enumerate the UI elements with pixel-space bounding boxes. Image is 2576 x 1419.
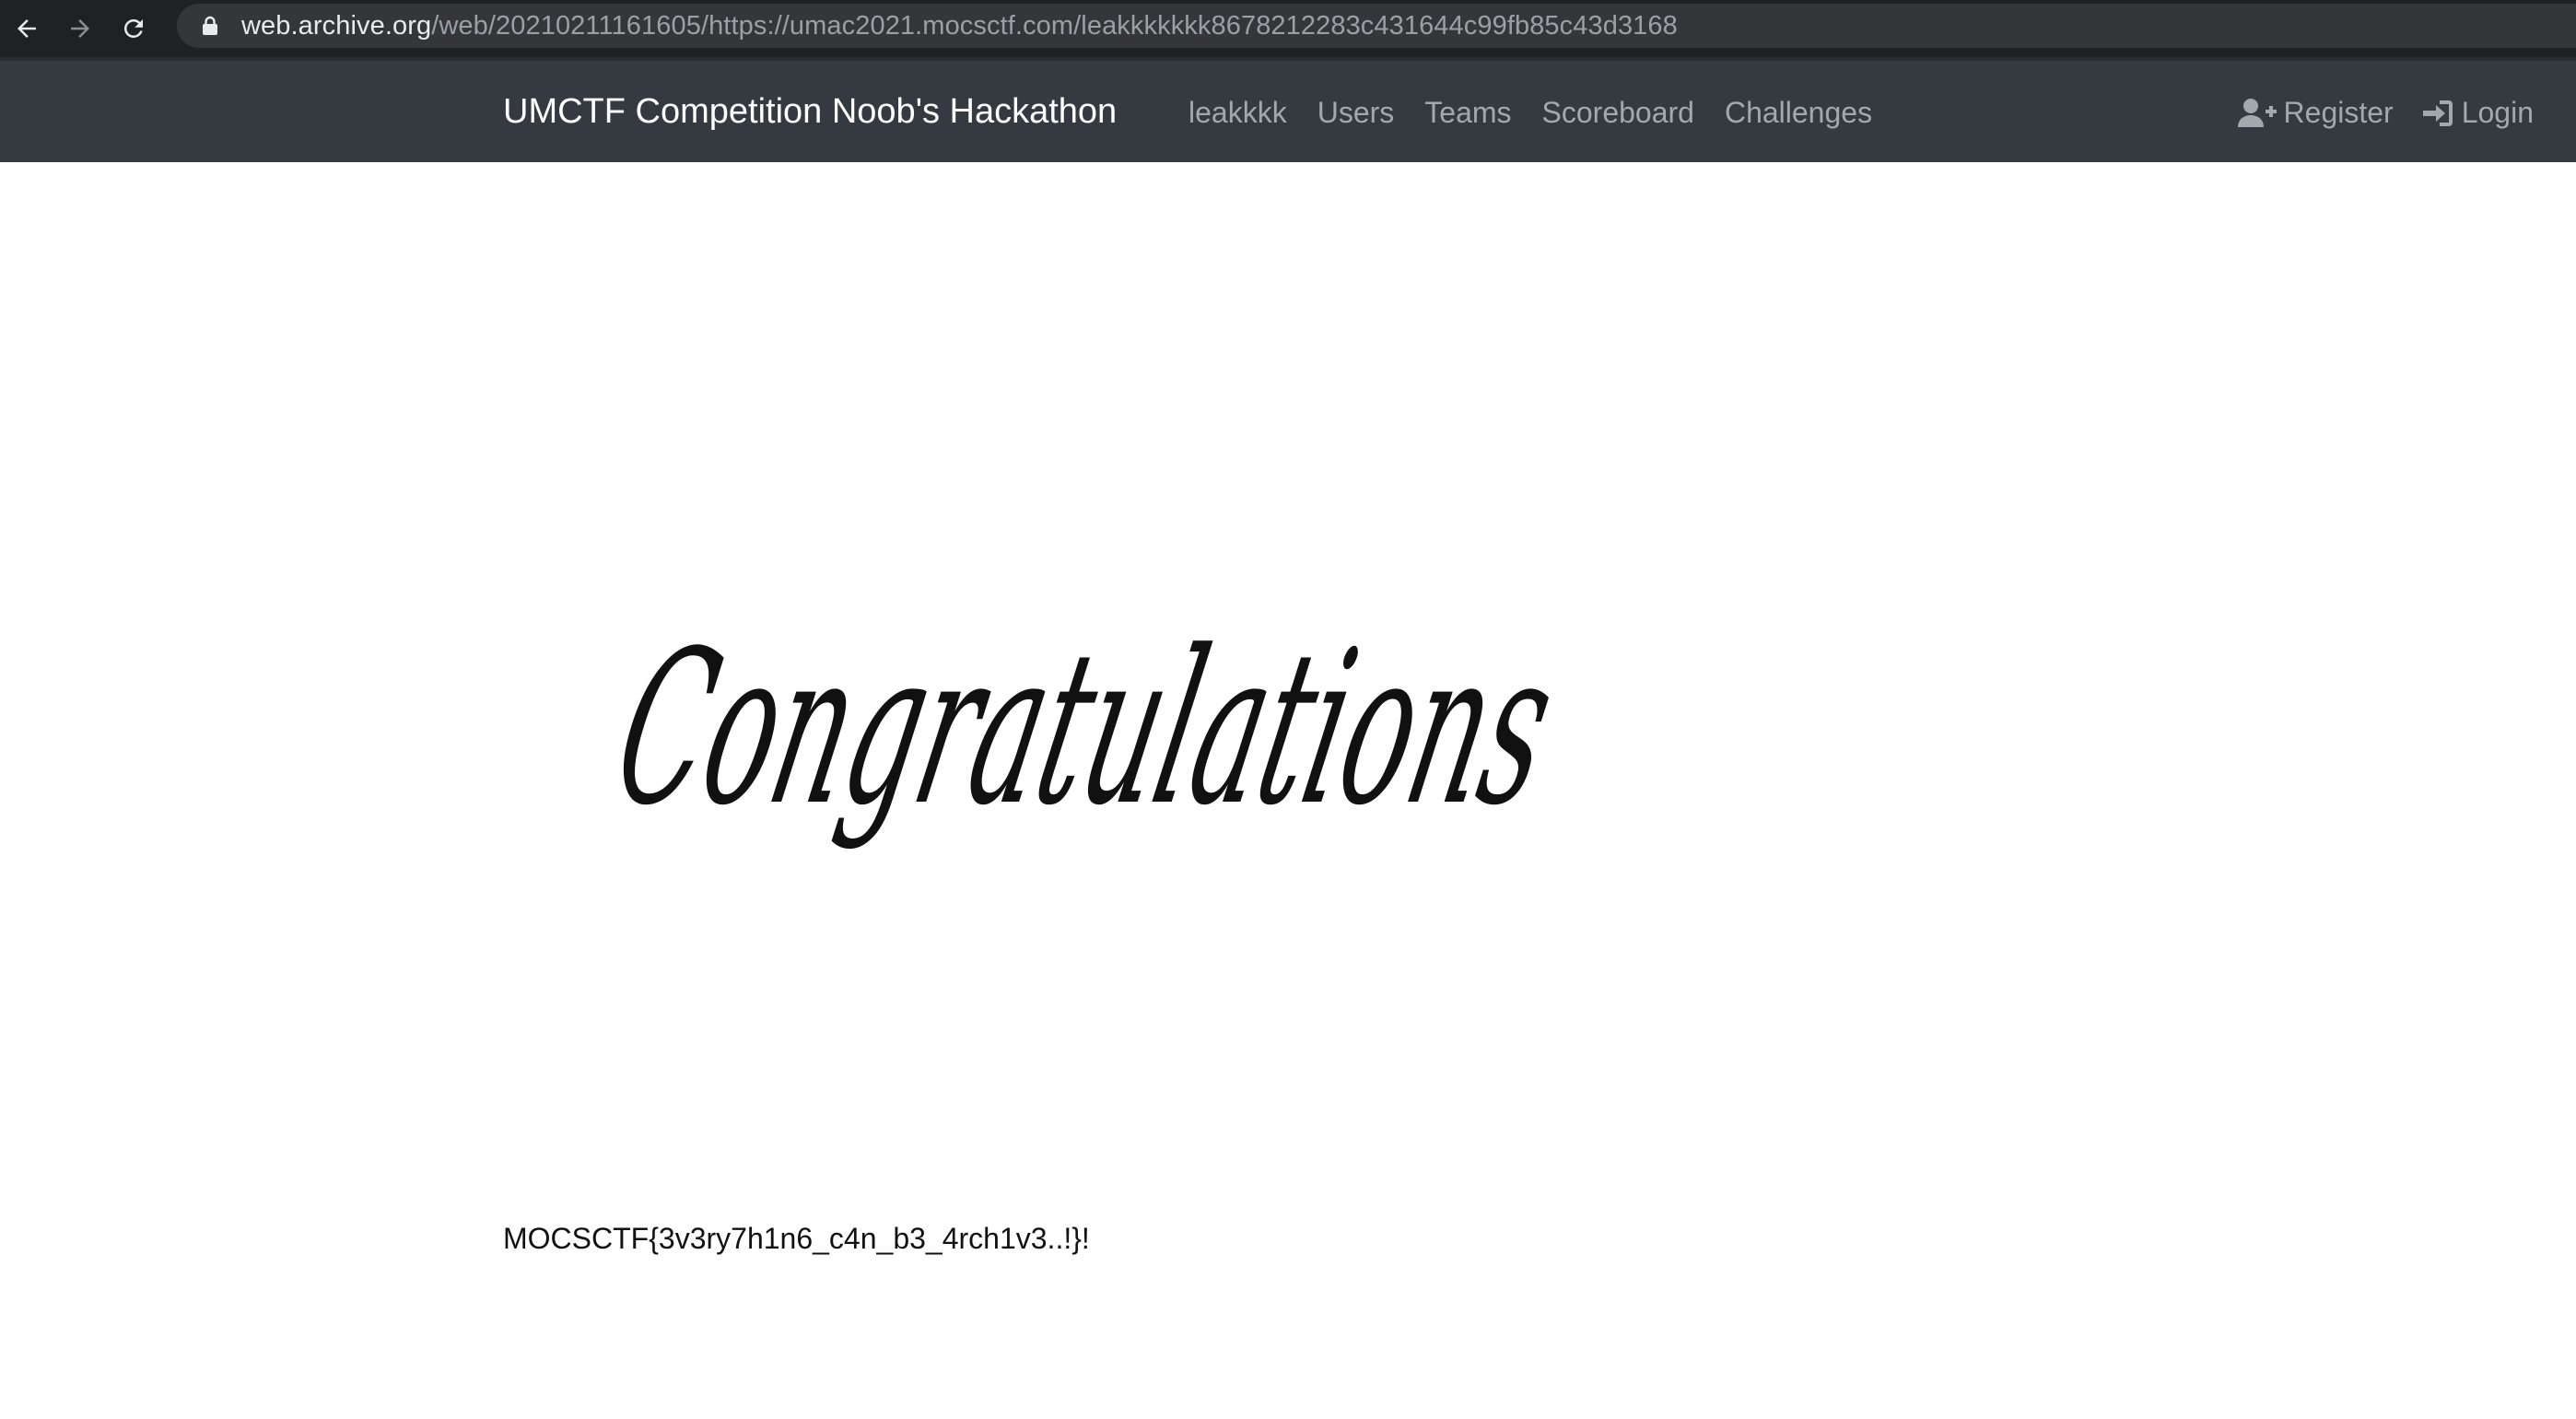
site-brand[interactable]: UMCTF Competition Noob's Hackathon [503, 92, 1117, 132]
lock-icon [199, 15, 221, 37]
forward-button[interactable] [53, 2, 107, 55]
url-path: /web/20210211161605/https://umac2021.moc… [431, 10, 1678, 41]
nav-link-teams[interactable]: Teams [1424, 96, 1511, 130]
nav-link-leakkkk[interactable]: leakkkk [1188, 96, 1287, 130]
congratulations-image: Congratulations [590, 590, 1585, 885]
arrow-left-icon [13, 15, 41, 42]
nav-link-users[interactable]: Users [1317, 96, 1395, 130]
url-host: web.archive.org [241, 10, 432, 41]
nav-links: leakkkk Users Teams Scoreboard Challenge… [1188, 96, 1903, 130]
site-navbar: UMCTF Competition Noob's Hackathon leakk… [0, 57, 2576, 162]
reload-button[interactable] [107, 2, 160, 55]
nav-auth: Register Login [2208, 96, 2534, 130]
url-text[interactable]: web.archive.org/web/20210211161605/https… [241, 11, 1678, 41]
back-button[interactable] [0, 2, 53, 55]
register-link[interactable]: Register [2237, 96, 2394, 130]
user-plus-icon [2237, 98, 2277, 127]
congratulations-text: Congratulations [599, 604, 1573, 851]
nav-link-scoreboard[interactable]: Scoreboard [1542, 96, 1694, 130]
nav-link-challenges[interactable]: Challenges [1725, 96, 1872, 130]
login-link[interactable]: Login [2422, 96, 2534, 130]
sign-in-icon [2422, 100, 2453, 126]
address-bar[interactable]: web.archive.org/web/20210211161605/https… [177, 4, 2576, 48]
flag-text: MOCSCTF{3v3ry7h1n6_c4n_b3_4rch1v3..!}! [503, 1222, 1090, 1255]
browser-toolbar: web.archive.org/web/20210211161605/https… [0, 0, 2576, 57]
reload-icon [120, 15, 147, 42]
login-label: Login [2461, 96, 2534, 129]
arrow-right-icon [66, 15, 94, 42]
register-label: Register [2283, 96, 2394, 129]
